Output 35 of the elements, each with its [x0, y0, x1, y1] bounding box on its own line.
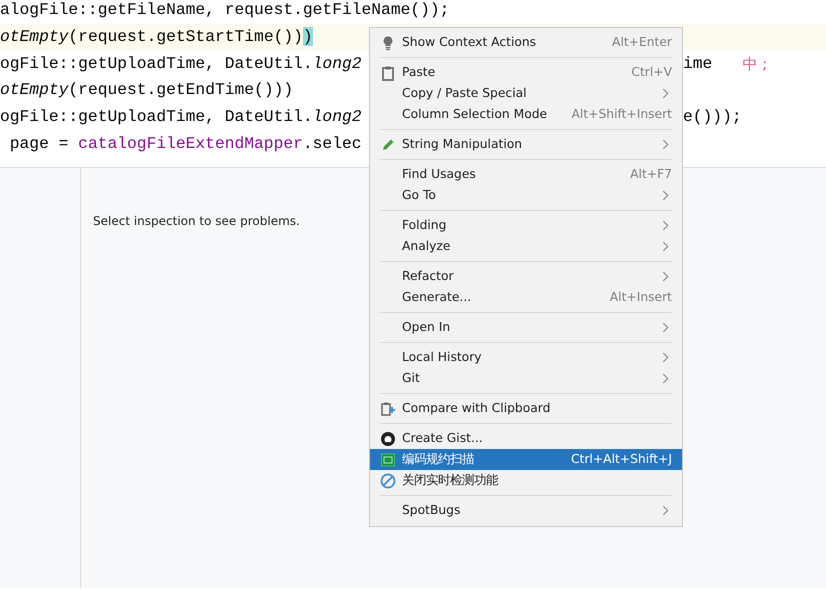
- round-logo-icon: [380, 430, 396, 446]
- empty-state-message: Select inspection to see problems.: [92, 213, 300, 230]
- menu-item[interactable]: Git: [370, 368, 682, 389]
- menu-item[interactable]: 关闭实时检测功能: [370, 470, 682, 491]
- menu-item[interactable]: Find Usages Alt+F7: [370, 164, 682, 185]
- menu-item[interactable]: Compare with Clipboard: [370, 398, 682, 419]
- menu-item[interactable]: Generate... Alt+Insert: [370, 287, 682, 308]
- menu-item[interactable]: Analyze: [370, 236, 682, 257]
- menu-item[interactable]: Folding: [370, 215, 682, 236]
- clipboard-icon: [380, 64, 396, 80]
- menu-item[interactable]: Column Selection Mode Alt+Shift+Insert: [370, 104, 682, 125]
- menu-item[interactable]: Open In: [370, 317, 682, 338]
- menu-item[interactable]: Local History: [370, 347, 682, 368]
- code-line: page = catalogFileExtendMapper.selec: [8, 134, 362, 153]
- menu-item[interactable]: Show Context Actions Alt+Enter: [370, 32, 682, 53]
- scan-icon: [380, 452, 396, 468]
- code-line: ime: [683, 52, 712, 75]
- code-line: alogFile::getFileName, request.getFileName());: [0, 0, 450, 19]
- code-line: ogFile::getUploadTime, DateUtil.long2: [0, 54, 362, 73]
- menu-item[interactable]: String Manipulation: [370, 134, 682, 155]
- menu-item[interactable]: Refactor: [370, 266, 682, 287]
- menu-item[interactable]: Paste Ctrl+V: [370, 62, 682, 83]
- code-line: e()));: [683, 106, 742, 128]
- menu-item[interactable]: Create Gist...: [370, 428, 682, 449]
- menu-item[interactable]: 编码规约扫描 Ctrl+Alt+Shift+J: [370, 449, 682, 470]
- pencil-icon: [380, 136, 396, 152]
- code-line: otEmpty(request.getStartTime())): [0, 26, 313, 46]
- menu-item[interactable]: SpotBugs: [370, 500, 682, 521]
- input-method-indicator: 中 ;: [742, 54, 768, 75]
- compare-icon: [380, 400, 396, 416]
- forbidden-icon: [380, 472, 396, 488]
- menu-item[interactable]: Go To: [370, 185, 682, 206]
- code-line: ogFile::getUploadTime, DateUtil.long2: [0, 107, 362, 126]
- code-line: otEmpty(request.getEndTime())): [0, 80, 294, 100]
- menu-item[interactable]: Copy / Paste Special: [370, 83, 682, 104]
